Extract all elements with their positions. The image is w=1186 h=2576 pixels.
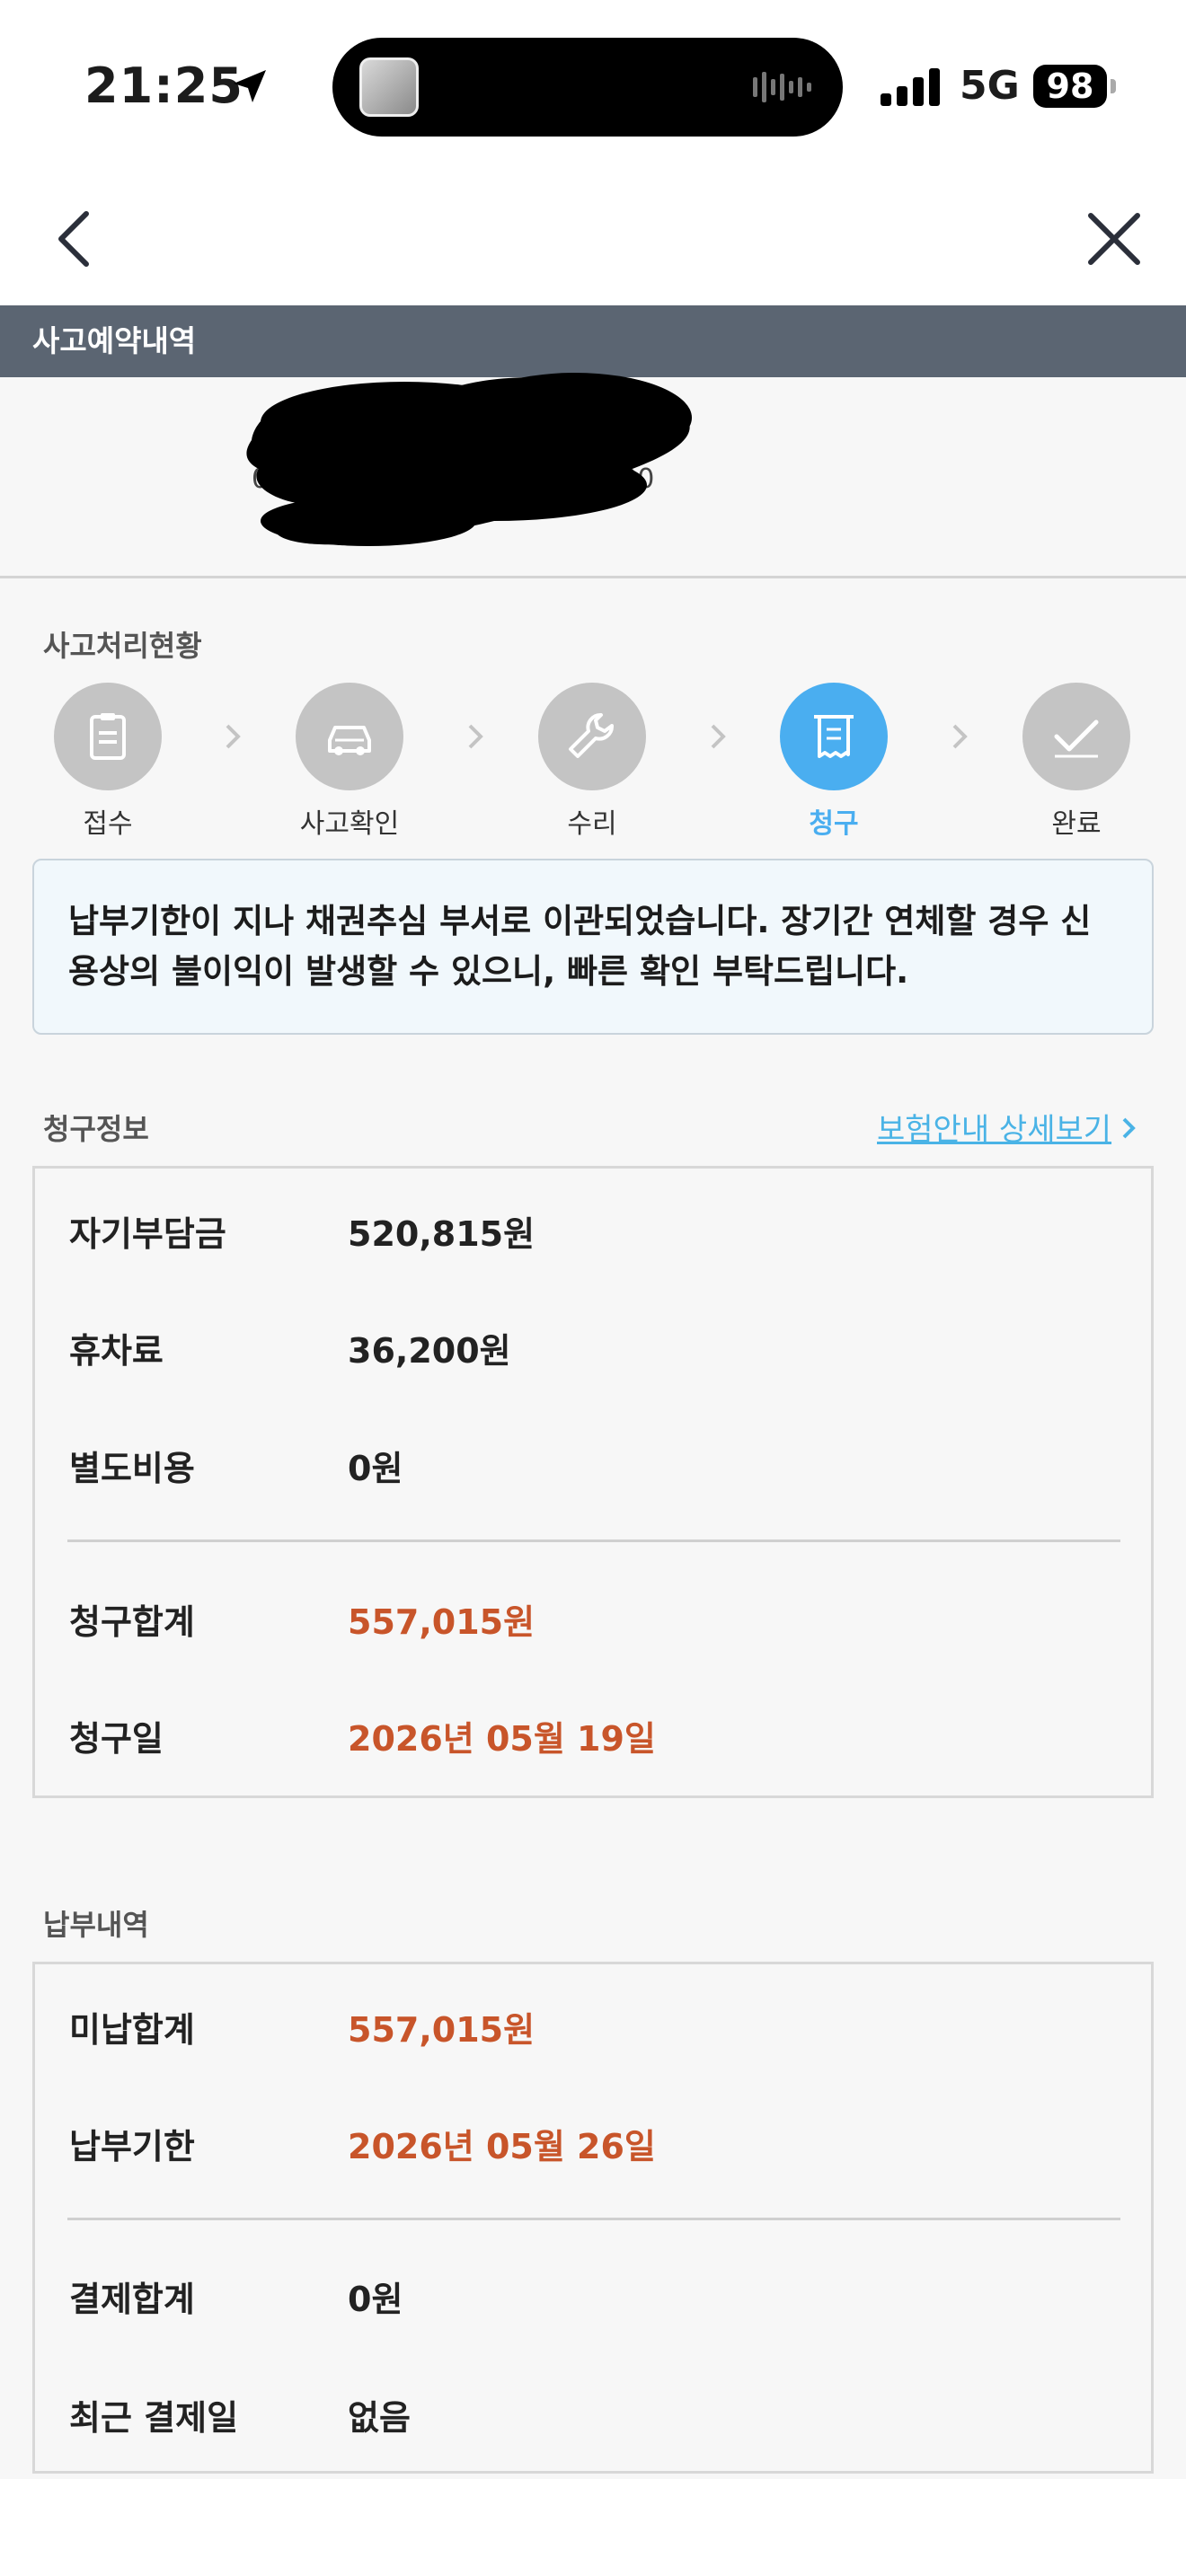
payment-title: 납부내역 (43, 1908, 149, 1942)
billing-row-total: 청구합계 557,015원 (69, 1594, 1102, 1648)
billing-title: 청구정보 (43, 1112, 149, 1146)
billing-row-deductible: 자기부담금 520,815원 (69, 1206, 1102, 1260)
step-circle (54, 683, 162, 790)
billing-row-loss-of-use: 휴차료 36,200원 (69, 1323, 1102, 1377)
status-bar: 21:25 5G 98 (0, 0, 1186, 171)
step-received: 접수 (36, 683, 180, 841)
billing-row-date: 청구일 2026년 05월 19일 (69, 1711, 1102, 1765)
section-header: 사고예약내역 (0, 305, 1186, 377)
step-circle (780, 683, 888, 790)
top-nav (0, 171, 1186, 305)
row-value: 36,200원 (348, 1331, 511, 1371)
car-icon (328, 726, 371, 755)
receipt-icon (814, 715, 854, 758)
battery-tip (1111, 79, 1116, 93)
cellular-signal-icon (881, 68, 940, 106)
step-circle (538, 683, 646, 790)
overdue-notice: 납부기한이 지나 채권추심 부서로 이관되었습니다. 장기간 연체할 경우 신용… (32, 859, 1154, 1035)
payment-row-due-date: 납부기한 2026년 05월 26일 (69, 2119, 1102, 2173)
row-label: 최근 결제일 (69, 2398, 239, 2438)
row-label: 청구일 (69, 1719, 164, 1759)
step-repair: 수리 (520, 683, 664, 841)
row-value: 557,015원 (348, 2010, 535, 2050)
redaction-scribble (246, 373, 692, 546)
step-label: 접수 (83, 808, 133, 840)
step-circle (1022, 683, 1130, 790)
battery-icon: 98 (1033, 65, 1107, 108)
progress-title: 사고처리현황 (43, 629, 202, 663)
network-type: 5G (960, 63, 1020, 109)
row-value: 0원 (348, 1449, 403, 1488)
step-label: 완료 (1051, 808, 1102, 840)
row-value: 557,015원 (348, 1602, 535, 1642)
chevron-right-icon[interactable] (1120, 1114, 1137, 1142)
billing-row-extra-cost: 별도비용 0원 (69, 1441, 1102, 1495)
dynamic-island (332, 38, 843, 137)
payment-row-unpaid: 미납합계 557,015원 (69, 2002, 1102, 2056)
step-complete: 완료 (1005, 683, 1148, 841)
payment-row-paid-total: 결제합계 0원 (69, 2272, 1102, 2325)
step-label: 청구 (809, 808, 859, 840)
row-label: 결제합계 (69, 2280, 195, 2319)
row-label: 별도비용 (69, 1449, 195, 1488)
step-accident-check: 사고확인 (278, 683, 421, 841)
wrench-icon (569, 713, 614, 758)
step-label: 수리 (567, 808, 617, 840)
row-value: 없음 (348, 2398, 411, 2438)
chevron-right-icon (468, 724, 483, 749)
billing-card: 자기부담금 520,815원 휴차료 36,200원 별도비용 0원 청구합계 … (32, 1166, 1154, 1798)
location-arrow-icon (234, 70, 266, 102)
card-divider (67, 1539, 1120, 1542)
row-label: 휴차료 (69, 1331, 164, 1371)
row-value: 0원 (348, 2280, 403, 2319)
chevron-right-icon (711, 724, 726, 749)
close-icon[interactable] (1078, 203, 1150, 275)
chevron-right-icon (226, 724, 241, 749)
row-label: 자기부담금 (69, 1214, 226, 1254)
check-icon (1054, 719, 1099, 758)
now-playing-thumbnail (359, 57, 419, 117)
header-divider (0, 576, 1186, 578)
clipboard-icon (90, 713, 126, 760)
payment-row-last-date: 최근 결제일 없음 (69, 2390, 1102, 2444)
chevron-left-icon[interactable] (47, 203, 101, 275)
insurance-detail-link[interactable]: 보험안내 상세보기 (877, 1105, 1111, 1149)
row-label: 청구합계 (69, 1602, 195, 1642)
row-value: 2026년 05월 26일 (348, 2127, 656, 2166)
row-label: 납부기한 (69, 2127, 195, 2166)
row-value: 2026년 05월 19일 (348, 1719, 656, 1759)
clock: 21:25 (84, 57, 243, 114)
row-label: 미납합계 (69, 2010, 195, 2050)
step-billing: 청구 (762, 683, 906, 841)
step-circle (296, 683, 403, 790)
chevron-right-icon (952, 724, 968, 749)
step-label: 사고확인 (299, 808, 400, 840)
audio-wave-icon (753, 72, 811, 102)
row-value: 520,815원 (348, 1214, 535, 1254)
payment-card: 미납합계 557,015원 납부기한 2026년 05월 26일 결제합계 0원… (32, 1962, 1154, 2474)
card-divider (67, 2218, 1120, 2220)
